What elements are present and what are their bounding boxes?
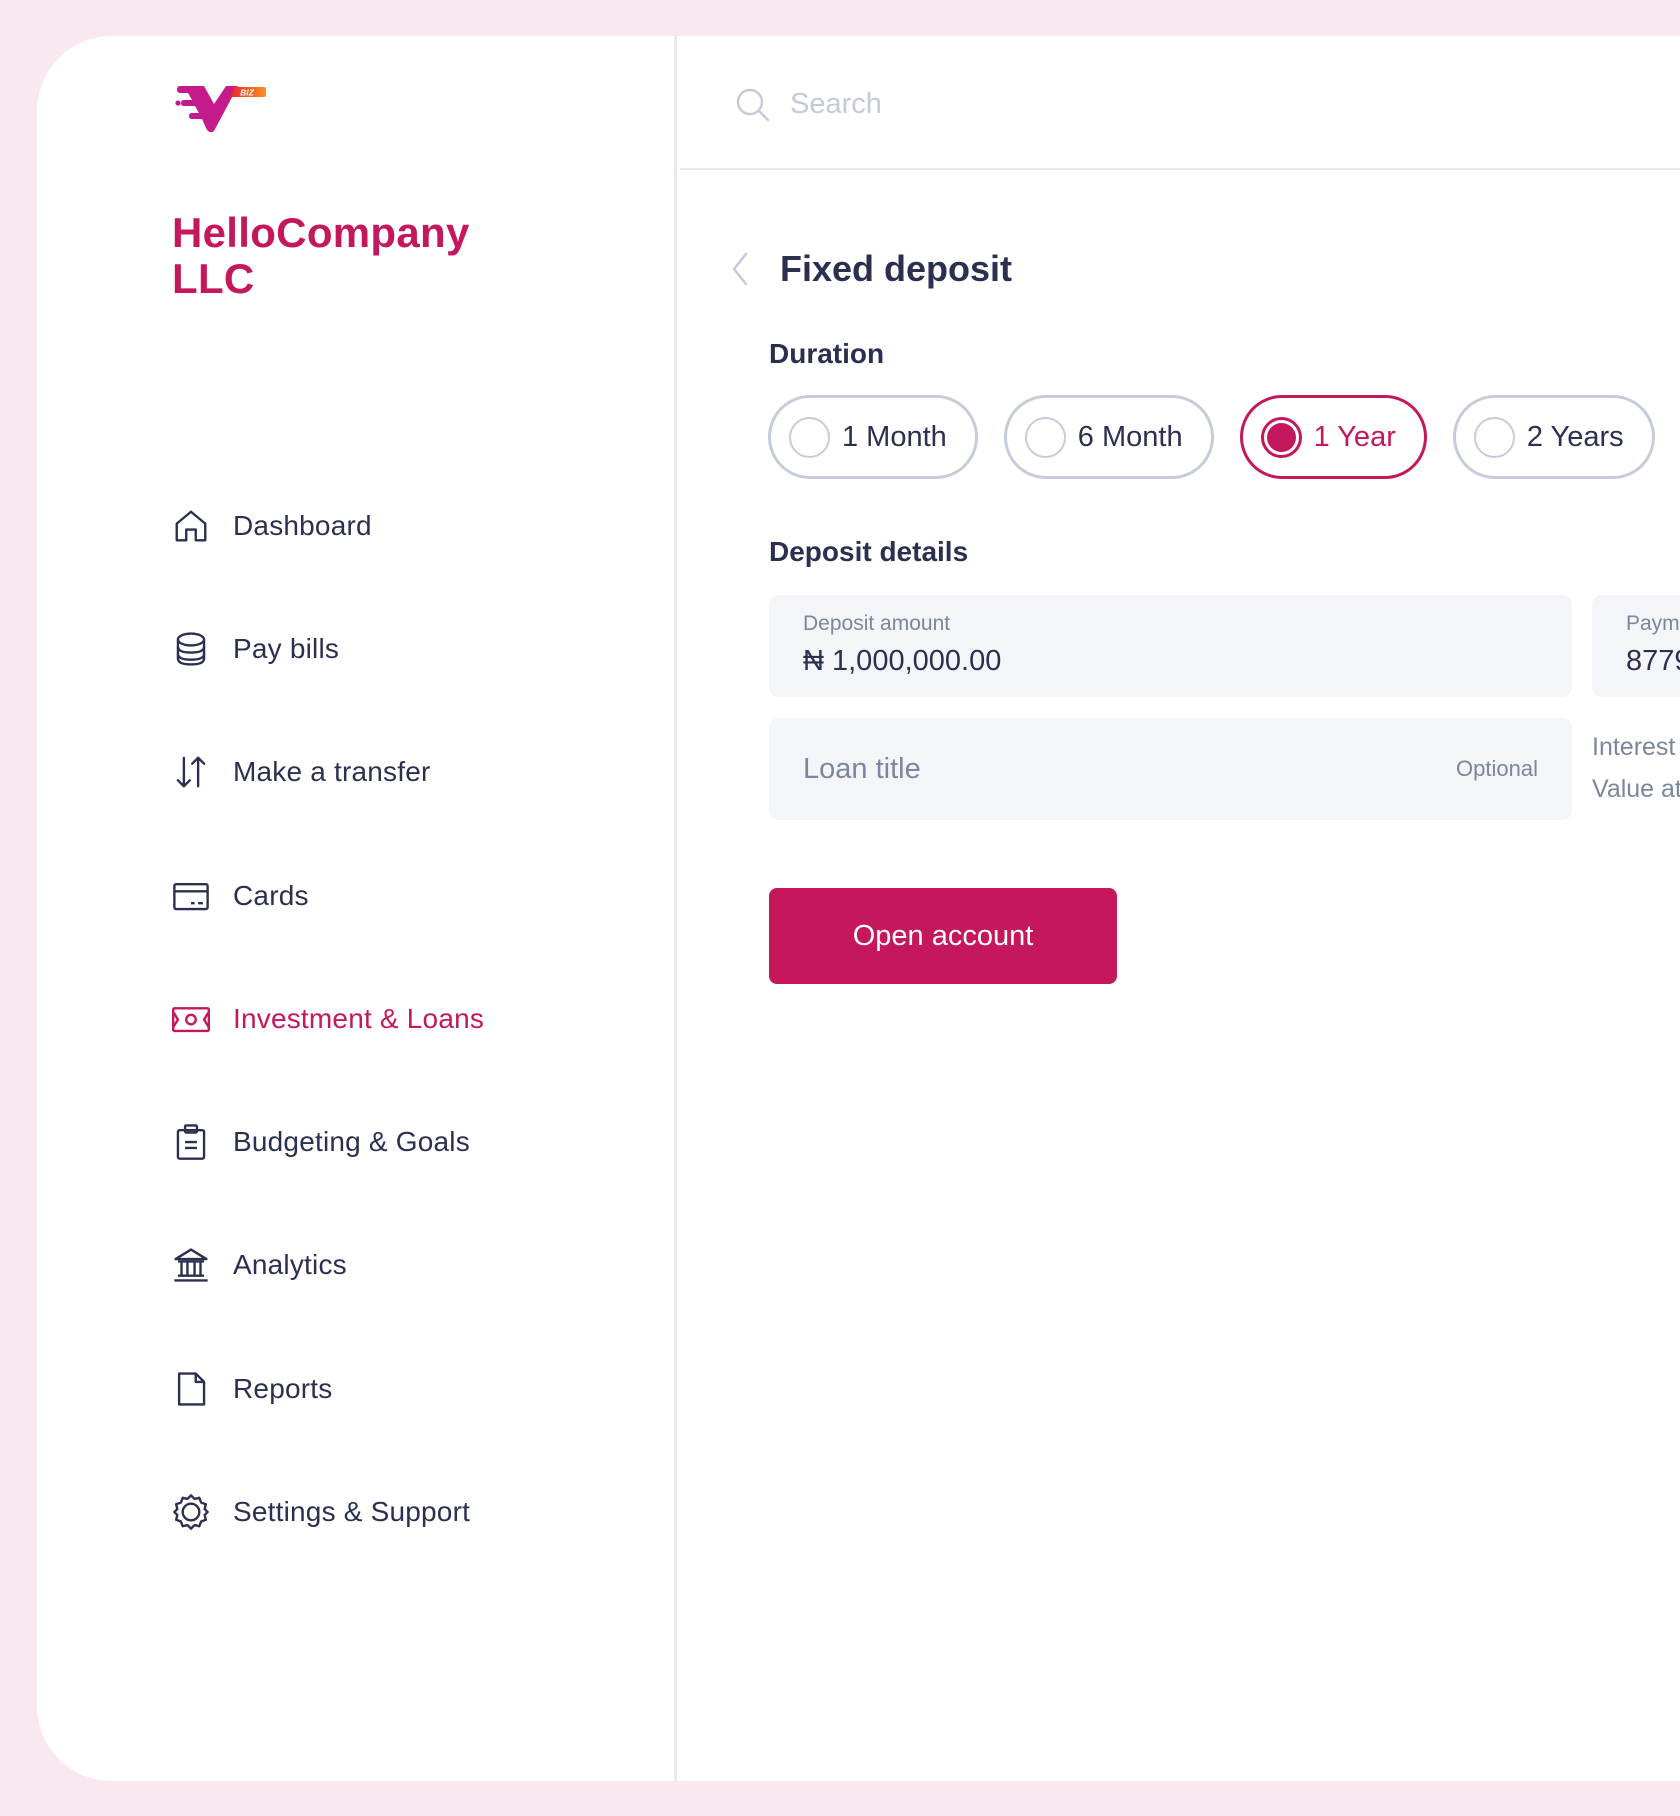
sidebar-item-label: Cards <box>233 879 309 911</box>
gear-icon <box>171 1492 211 1532</box>
duration-option-label: 6 Month <box>1077 420 1183 453</box>
value-at-maturity-label: Value at m <box>1592 775 1680 803</box>
company-name-line2: LLC <box>172 255 255 302</box>
deposit-details-heading: Deposit details <box>769 536 969 567</box>
deposit-amount-value: ₦ 1,000,000.00 <box>803 645 1002 677</box>
sidebar-item-label: Dashboard <box>233 509 372 541</box>
radio-button <box>789 416 830 458</box>
duration-option-6-month[interactable]: 6 Month <box>1003 395 1214 479</box>
sidebar-item-investment-loans[interactable]: Investment & Loans <box>171 957 611 1080</box>
sidebar-item-reports[interactable]: Reports <box>171 1327 611 1450</box>
deposit-amount-field[interactable]: Deposit amount ₦ 1,000,000.00 <box>769 595 1572 697</box>
document-icon <box>171 1369 211 1409</box>
duration-option-label: 2 Years <box>1526 420 1624 453</box>
app-window: BIZ HelloCompany LLC Dashboard Pay bills <box>37 36 1680 1781</box>
sidebar-item-make-a-transfer[interactable]: Make a transfer <box>171 711 611 834</box>
sidebar-item-label: Budgeting & Goals <box>233 1126 470 1158</box>
duration-option-1-month[interactable]: 1 Month <box>768 395 978 479</box>
loan-title-field: Optional <box>769 718 1572 820</box>
clipboard-icon <box>171 1122 211 1162</box>
company-name-line1: HelloCompany <box>172 209 470 256</box>
payment-value: 877923 <box>1626 645 1680 677</box>
sidebar-item-settings-support[interactable]: Settings & Support <box>171 1450 611 1573</box>
brand-logo: BIZ <box>174 84 266 134</box>
sidebar-nav: Dashboard Pay bills Make a transfer Card… <box>171 464 611 1574</box>
home-icon <box>171 506 211 546</box>
page-header: Fixed deposit <box>730 248 1012 290</box>
duration-option-label: 1 Month <box>842 420 947 453</box>
sidebar-item-label: Reports <box>233 1372 333 1404</box>
page-title: Fixed deposit <box>780 248 1013 289</box>
open-account-button[interactable]: Open account <box>769 888 1117 984</box>
sidebar-item-label: Make a transfer <box>233 756 431 788</box>
transfer-arrows-icon <box>171 752 211 792</box>
back-button[interactable] <box>730 249 756 289</box>
money-bill-icon <box>171 999 211 1039</box>
sidebar-item-pay-bills[interactable]: Pay bills <box>171 587 611 710</box>
bank-icon <box>171 1245 211 1285</box>
duration-option-1-year[interactable]: 1 Year <box>1239 395 1427 479</box>
payment-label: Payment <box>1626 612 1680 635</box>
svg-text:BIZ: BIZ <box>240 88 255 98</box>
company-name: HelloCompany LLC <box>172 210 572 302</box>
radio-button-selected <box>1260 416 1302 458</box>
sidebar: BIZ HelloCompany LLC Dashboard Pay bills <box>37 36 677 1781</box>
sidebar-item-label: Analytics <box>233 1249 347 1281</box>
main-content: Fixed deposit Duration 1 Month 6 Month 1… <box>680 36 1680 1781</box>
loan-title-input[interactable] <box>803 718 1443 820</box>
duration-heading: Duration <box>769 338 885 369</box>
deposit-amount-label: Deposit amount <box>803 612 951 635</box>
top-bar <box>680 36 1680 170</box>
sidebar-item-label: Investment & Loans <box>233 1002 485 1034</box>
duration-option-2-years[interactable]: 2 Years <box>1452 395 1655 479</box>
coins-stack-icon <box>171 629 211 669</box>
sidebar-item-label: Settings & Support <box>233 1496 471 1528</box>
sidebar-item-budgeting-goals[interactable]: Budgeting & Goals <box>171 1080 611 1203</box>
duration-option-label: 1 Year <box>1313 420 1396 453</box>
duration-options: 1 Month 6 Month 1 Year 2 Years <box>768 395 1680 479</box>
search-icon <box>735 87 771 123</box>
payment-field[interactable]: Payment 877923 <box>1592 595 1680 697</box>
sidebar-item-label: Pay bills <box>233 632 340 664</box>
radio-button <box>1473 416 1515 458</box>
interest-rate-label: Interest rat <box>1592 733 1680 761</box>
search-input[interactable] <box>790 82 1490 126</box>
sidebar-item-cards[interactable]: Cards <box>171 834 611 957</box>
chevron-left-icon <box>732 252 748 286</box>
credit-card-icon <box>171 876 211 916</box>
optional-hint: Optional <box>1456 756 1538 781</box>
radio-button <box>1024 416 1066 458</box>
sidebar-item-dashboard[interactable]: Dashboard <box>171 464 611 587</box>
sidebar-item-analytics[interactable]: Analytics <box>171 1204 611 1327</box>
